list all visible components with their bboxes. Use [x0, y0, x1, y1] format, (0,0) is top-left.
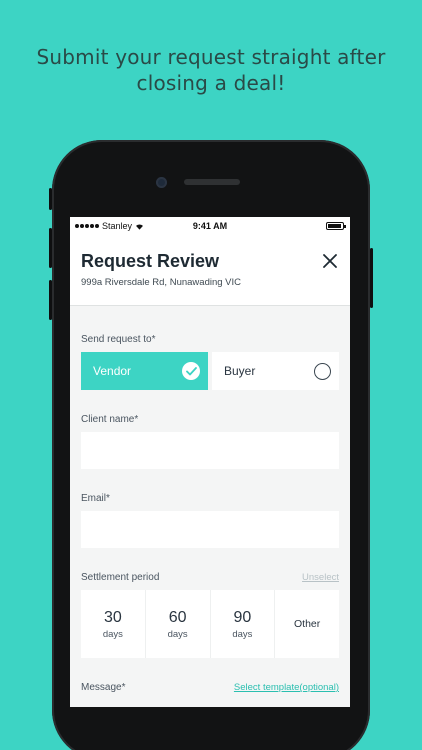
radio-unchecked-icon	[314, 362, 331, 380]
settlement-options: 30 days 60 days 90 days Other	[81, 590, 339, 658]
settlement-option-30[interactable]: 30 days	[81, 590, 146, 658]
property-address: 999a Riversdale Rd, Nunawading VIC	[81, 277, 242, 288]
email-input[interactable]	[81, 511, 339, 548]
page-title: Request Review	[81, 251, 220, 271]
recipient-option-label: Vendor	[93, 364, 132, 378]
phone-screen: Stanley 9:41 AM Request Review 999a Rive…	[70, 217, 350, 707]
settlement-option-other[interactable]: Other	[275, 590, 339, 658]
client-name-label: Client name*	[81, 414, 139, 425]
promo-headline-line-1: Submit your request straight after	[36, 45, 386, 69]
recipient-option-label: Buyer	[224, 364, 256, 378]
settlement-unit: days	[167, 628, 188, 640]
settlement-unit: days	[102, 628, 123, 640]
front-camera	[156, 177, 167, 188]
earpiece-speaker	[184, 179, 240, 185]
settlement-other-label: Other	[293, 618, 321, 630]
select-template-link[interactable]: Select template(optional)	[234, 682, 339, 693]
client-name-input[interactable]	[81, 432, 339, 469]
power-button	[370, 248, 373, 308]
request-review-header: Request Review 999a Riversdale Rd, Nunaw…	[70, 235, 350, 306]
status-bar: Stanley 9:41 AM	[70, 217, 350, 235]
message-label: Message*	[81, 682, 126, 693]
settlement-number: 30	[103, 608, 122, 626]
email-label: Email*	[81, 493, 110, 504]
settlement-unit: days	[232, 628, 253, 640]
signal-strength-icon	[75, 224, 99, 228]
settlement-period-label: Settlement period	[81, 572, 160, 583]
request-form: Send request to* Vendor Buyer Client nam…	[70, 306, 350, 693]
recipient-option-buyer[interactable]: Buyer	[212, 352, 339, 390]
checkmark-icon	[182, 362, 200, 380]
settlement-number: 60	[168, 608, 187, 626]
settlement-option-90[interactable]: 90 days	[211, 590, 276, 658]
promo-headline: Submit your request straight after closi…	[0, 44, 422, 96]
volume-down-button	[49, 280, 52, 320]
recipient-selector: Vendor Buyer	[81, 352, 339, 390]
promo-headline-line-2: closing a deal!	[136, 71, 286, 95]
settlement-number: 90	[233, 608, 252, 626]
close-icon[interactable]	[322, 253, 338, 269]
volume-up-button	[49, 228, 52, 268]
wifi-icon	[136, 224, 144, 230]
mute-switch	[49, 188, 52, 210]
recipient-option-vendor[interactable]: Vendor	[81, 352, 208, 390]
unselect-link[interactable]: Unselect	[302, 572, 339, 583]
send-to-label: Send request to*	[81, 334, 156, 345]
settlement-option-60[interactable]: 60 days	[146, 590, 211, 658]
battery-icon	[326, 222, 346, 230]
carrier-name: Stanley	[102, 221, 133, 231]
